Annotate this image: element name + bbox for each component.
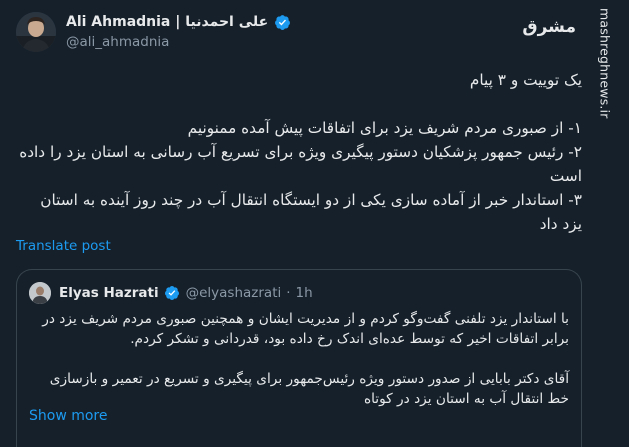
verified-badge-icon [274, 14, 291, 31]
quoted-post[interactable]: Elyas Hazrati @elyashazrati · 1h با استا… [16, 269, 582, 447]
translate-post-link[interactable]: Translate post [16, 238, 111, 254]
quoted-author-name[interactable]: Elyas Hazrati [59, 285, 159, 301]
quoted-verified-badge-icon [164, 285, 181, 302]
author-handle[interactable]: @ali_ahmadnia [66, 34, 169, 50]
quoted-text: با استاندار یزد تلفنی گفت‌وگو کردم و از … [29, 309, 569, 409]
quoted-timestamp[interactable]: 1h [296, 285, 313, 301]
post-line-2: ۲- رئیس جمهور پزشکیان دستور پیگیری ویژه … [19, 143, 582, 185]
quoted-author-avatar[interactable] [29, 282, 51, 304]
post-line-1: ۱- از صبوری مردم شریف یزد برای اتفاقات پ… [187, 119, 582, 137]
quoted-author-handle[interactable]: @elyashazrati [186, 285, 282, 301]
watermark-site: mashreghnews.ir [588, 8, 622, 268]
post-line-3: ۳- استاندار خبر از آماده سازی یکی از دو … [40, 191, 582, 233]
mashregh-logo-icon: مشرق [522, 12, 578, 42]
quoted-separator: · [286, 285, 291, 301]
author-name[interactable]: Ali Ahmadnia | علی احمدنیا [66, 14, 268, 30]
tweet-card: Ali Ahmadnia | علی احمدنیا @ali_ahmadnia… [0, 0, 629, 447]
post-line-title: یک توییت و ۳ پیام [469, 71, 582, 89]
logo-text: مشرق [522, 17, 576, 37]
avatar-photo [16, 12, 56, 52]
watermark-site-text: mashreghnews.ir [597, 8, 613, 119]
author-avatar[interactable] [16, 12, 56, 52]
post-text: یک توییت و ۳ پیام ۱- از صبوری مردم شریف … [16, 68, 582, 236]
quoted-paragraph-1: با استاندار یزد تلفنی گفت‌وگو کردم و از … [42, 311, 569, 347]
show-more-link[interactable]: Show more [29, 408, 108, 424]
quoted-avatar-photo [29, 282, 51, 304]
author-name-row[interactable]: Ali Ahmadnia | علی احمدنیا [66, 12, 291, 32]
quoted-header: Elyas Hazrati @elyashazrati · 1h [59, 282, 313, 304]
quoted-paragraph-2: آقای دکتر بابایی از صدور دستور ویژه رئیس… [49, 371, 569, 407]
